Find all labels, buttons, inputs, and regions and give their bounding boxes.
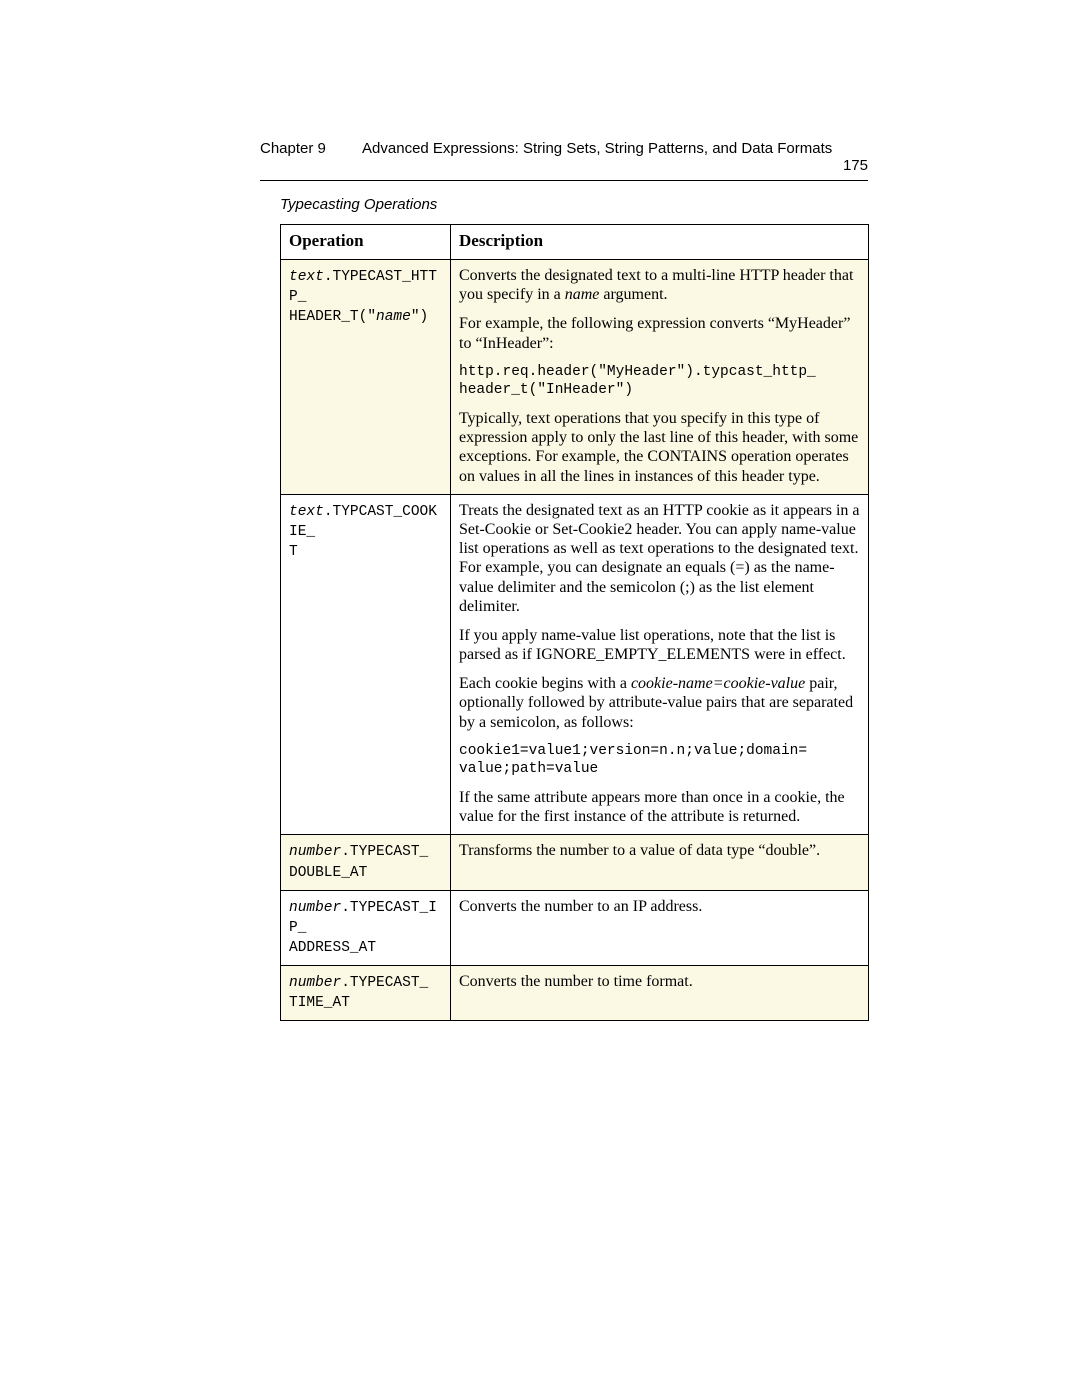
operation-cell: number.TYPECAST_IP_ ADDRESS_AT (281, 890, 451, 965)
operation-cell: text.TYPECAST_HTTP_HEADER_T("name") (281, 260, 451, 495)
desc-para: Typically, text operations that you spec… (459, 409, 860, 486)
desc-para: Each cookie begins with a cookie-name=co… (459, 674, 860, 732)
desc-para: If the same attribute appears more than … (459, 788, 860, 826)
table-row: number.TYPECAST_ TIME_AT Converts the nu… (281, 966, 869, 1021)
description-cell: Treats the designated text as an HTTP co… (451, 494, 869, 835)
table-row: text.TYPCAST_COOKIE_ T Treats the design… (281, 494, 869, 835)
running-head: Chapter 9 Advanced Expressions: String S… (260, 140, 868, 181)
desc-para: Converts the number to time format. (459, 972, 860, 991)
operation-cell: text.TYPCAST_COOKIE_ T (281, 494, 451, 835)
desc-para: Converts the designated text to a multi-… (459, 266, 860, 304)
page: Chapter 9 Advanced Expressions: String S… (0, 0, 1080, 1397)
description-cell: Transforms the number to a value of data… (451, 835, 869, 890)
desc-para: Converts the number to an IP address. (459, 897, 860, 916)
desc-para: For example, the following expression co… (459, 314, 860, 352)
description-cell: Converts the number to an IP address. (451, 890, 869, 965)
table-caption: Typecasting Operations (280, 196, 437, 213)
operation-code: text.TYPECAST_HTTP_HEADER_T("name") (289, 269, 437, 325)
col-header-description: Description (451, 225, 869, 260)
operation-cell: number.TYPECAST_ DOUBLE_AT (281, 835, 451, 890)
operation-code: number.TYPECAST_IP_ ADDRESS_AT (289, 900, 437, 956)
desc-para: Transforms the number to a value of data… (459, 841, 860, 860)
description-cell: Converts the designated text to a multi-… (451, 260, 869, 495)
operation-cell: number.TYPECAST_ TIME_AT (281, 966, 451, 1021)
description-cell: Converts the number to time format. (451, 966, 869, 1021)
chapter-label: Chapter 9 (260, 140, 326, 157)
code-block: http.req.header("MyHeader").typcast_http… (459, 363, 860, 399)
desc-para: Treats the designated text as an HTTP co… (459, 501, 860, 616)
code-block: cookie1=value1;version=n.n;value;domain=… (459, 742, 860, 778)
table-header-row: Operation Description (281, 225, 869, 260)
table-row: number.TYPECAST_ DOUBLE_AT Transforms th… (281, 835, 869, 890)
chapter-title: Advanced Expressions: String Sets, Strin… (362, 140, 832, 157)
operation-code: number.TYPECAST_ DOUBLE_AT (289, 844, 428, 880)
col-header-operation: Operation (281, 225, 451, 260)
table-row: text.TYPECAST_HTTP_HEADER_T("name") Conv… (281, 260, 869, 495)
desc-para: If you apply name-value list operations,… (459, 626, 860, 664)
operation-code: number.TYPECAST_ TIME_AT (289, 975, 428, 1011)
typecasting-table: Operation Description text.TYPECAST_HTTP… (280, 224, 869, 1021)
page-number: 175 (843, 157, 868, 174)
table-row: number.TYPECAST_IP_ ADDRESS_AT Converts … (281, 890, 869, 965)
operation-code: text.TYPCAST_COOKIE_ T (289, 504, 437, 560)
